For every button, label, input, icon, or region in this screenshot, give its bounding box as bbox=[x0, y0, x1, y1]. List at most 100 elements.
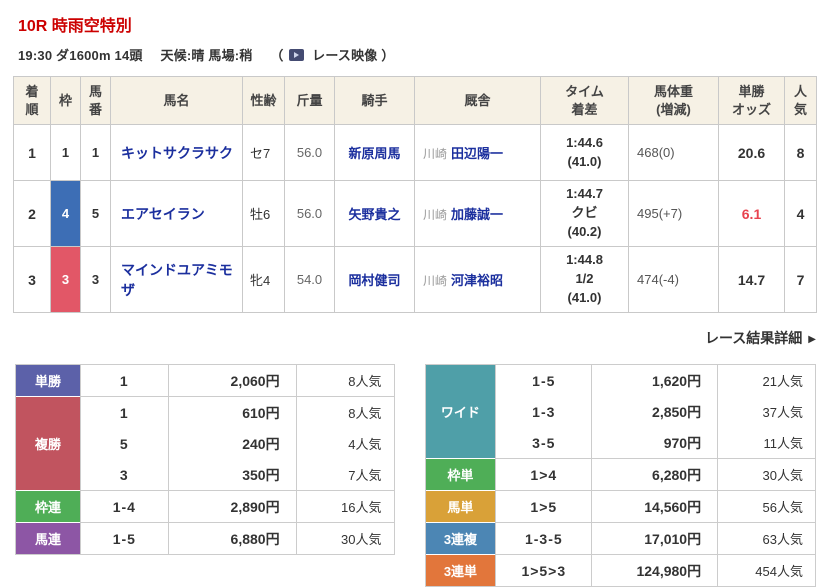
payout-amount: 6,880円 bbox=[167, 522, 296, 554]
trainer-link[interactable]: 加藤誠一 bbox=[451, 207, 503, 222]
payout-table-right: ワイド 1-5 1,620円 21人気 1-3 2,850円 37人気 3-5 … bbox=[424, 364, 816, 587]
sex-age: 牡6 bbox=[242, 180, 285, 247]
jockey-cell: 岡村健司 bbox=[334, 246, 415, 313]
payout-popularity: 8人気 bbox=[295, 365, 394, 396]
horse-number: 1 bbox=[80, 124, 111, 181]
payout-row-wakutan: 枠単 1>4 6,280円 30人気 bbox=[425, 458, 815, 490]
stable-area-label: 川崎 bbox=[423, 274, 448, 288]
col-jockey: 騎手 bbox=[334, 76, 415, 125]
payout-amount: 350円 bbox=[167, 459, 296, 490]
trainer-link[interactable]: 河津裕昭 bbox=[451, 273, 503, 288]
bet-type-wakutan: 枠単 bbox=[425, 458, 496, 490]
payout-amount: 610円 bbox=[167, 396, 296, 428]
payout-combo: 3-5 bbox=[495, 427, 592, 458]
horse-number: 5 bbox=[80, 180, 111, 247]
race-video-link[interactable]: レース映像 bbox=[312, 48, 377, 63]
popularity: 7 bbox=[784, 246, 817, 313]
popularity: 8 bbox=[784, 124, 817, 181]
bet-type-sanrenpuku: 3連複 bbox=[425, 522, 496, 554]
table-row: 3 3 3 マインドユアミモザ 牝4 54.0 岡村健司 川崎 河津裕昭 1:44… bbox=[13, 246, 817, 313]
payout-row-umatan: 馬単 1>5 14,560円 56人気 bbox=[425, 490, 815, 522]
payout-combo: 1>5 bbox=[495, 490, 592, 522]
payout-combo: 1 bbox=[79, 365, 168, 396]
bracket-badge: 1 bbox=[50, 124, 81, 181]
payout-combo: 1-5 bbox=[495, 365, 592, 396]
chevron-right-icon: ▶ bbox=[808, 334, 816, 345]
payout-popularity: 454人気 bbox=[717, 554, 815, 586]
col-horse-name: 馬名 bbox=[110, 76, 243, 125]
payout-row-sanrentan: 3連単 1>5>3 124,980円 454人気 bbox=[425, 554, 815, 586]
race-result-detail-link[interactable]: レース結果詳細 ▶ bbox=[705, 330, 816, 346]
payout-combo: 1>4 bbox=[495, 458, 592, 490]
horse-link[interactable]: キットサクラサク bbox=[121, 145, 233, 161]
finish-position: 1 bbox=[13, 124, 51, 181]
table-row: 2 4 5 エアセイラン 牡6 56.0 矢野貴之 川崎 加藤誠一 1:44.7 … bbox=[13, 180, 817, 247]
horse-weight: 495(+7) bbox=[628, 180, 719, 247]
bet-type-wide: ワイド bbox=[425, 365, 496, 458]
payout-amount: 2,850円 bbox=[591, 396, 718, 427]
payout-amount: 2,060円 bbox=[167, 365, 296, 396]
payout-amount: 124,980円 bbox=[591, 554, 718, 586]
time-margin: 1:44.8 1/2 (41.0) bbox=[540, 246, 629, 313]
paren-open: （ bbox=[270, 48, 284, 63]
race-info-line: 19:30 ダ1600m 14頭 天候:晴 馬場:稍 （ レース映像 ） bbox=[18, 45, 816, 64]
payout-popularity: 4人気 bbox=[295, 428, 394, 459]
sex-age: セ7 bbox=[242, 124, 285, 181]
stable-cell: 川崎 河津裕昭 bbox=[414, 246, 541, 313]
time-margin: 1:44.7 クビ (40.2) bbox=[540, 180, 629, 247]
trainer-link[interactable]: 田辺陽一 bbox=[451, 146, 503, 161]
payout-row-fukusho: 複勝 1 610円 8人気 bbox=[16, 396, 394, 490]
bracket-badge: 4 bbox=[50, 180, 81, 247]
race-results-table: 着 順 枠 馬 番 馬名 性齢 斤量 騎手 厩舎 タイム 着差 馬体重 (増減)… bbox=[13, 76, 817, 313]
race-conditions: 19:30 ダ1600m 14頭 bbox=[18, 48, 143, 63]
payout-combo: 1-4 bbox=[79, 490, 168, 522]
col-popularity: 人 気 bbox=[784, 76, 817, 125]
jockey-link[interactable]: 岡村健司 bbox=[348, 273, 400, 288]
stable-cell: 川崎 田辺陽一 bbox=[414, 124, 541, 181]
payout-row-umaren: 馬連 1-5 6,880円 30人気 bbox=[16, 522, 394, 554]
play-icon bbox=[294, 52, 300, 58]
horse-link[interactable]: マインドユアミモザ bbox=[121, 262, 233, 298]
payout-table-left: 単勝 1 2,060円 8人気 複勝 1 610円 8人気 5 240円 4人気 bbox=[15, 364, 395, 555]
payout-amount: 6,280円 bbox=[591, 458, 718, 490]
bet-type-umatan: 馬単 bbox=[425, 490, 496, 522]
jockey-link[interactable]: 矢野貴之 bbox=[348, 207, 400, 222]
paren-close: ） bbox=[381, 48, 395, 63]
col-stable: 厩舎 bbox=[414, 76, 541, 125]
payout-amount: 2,890円 bbox=[167, 490, 296, 522]
payout-combo: 1>5>3 bbox=[495, 554, 592, 586]
col-win-odds: 単勝 オッズ bbox=[718, 76, 785, 125]
win-odds: 14.7 bbox=[718, 246, 785, 313]
payout-row-sanrenpuku: 3連複 1-3-5 17,010円 63人気 bbox=[425, 522, 815, 554]
payout-popularity: 8人気 bbox=[295, 396, 394, 428]
payout-popularity: 37人気 bbox=[717, 396, 815, 427]
payout-popularity: 63人気 bbox=[717, 522, 815, 554]
sex-age: 牝4 bbox=[242, 246, 285, 313]
horse-weight: 474(-4) bbox=[628, 246, 719, 313]
win-odds: 20.6 bbox=[718, 124, 785, 181]
payout-popularity: 30人気 bbox=[295, 522, 394, 554]
horse-link[interactable]: エアセイラン bbox=[121, 206, 205, 222]
payout-popularity: 11人気 bbox=[717, 427, 815, 458]
horse-name-cell: エアセイラン bbox=[110, 180, 243, 247]
payout-amount: 14,560円 bbox=[591, 490, 718, 522]
race-weather: 天候:晴 馬場:稍 bbox=[160, 48, 253, 63]
payout-row-wakuren: 枠連 1-4 2,890円 16人気 bbox=[16, 490, 394, 522]
jockey-link[interactable]: 新原周馬 bbox=[348, 146, 400, 161]
payout-row-tansho: 単勝 1 2,060円 8人気 bbox=[16, 365, 394, 396]
payout-amount: 17,010円 bbox=[591, 522, 718, 554]
carried-weight: 56.0 bbox=[284, 124, 335, 181]
horse-number: 3 bbox=[80, 246, 111, 313]
popularity: 4 bbox=[784, 180, 817, 247]
win-odds: 6.1 bbox=[718, 180, 785, 247]
horse-weight: 468(0) bbox=[628, 124, 719, 181]
col-finish: 着 順 bbox=[13, 76, 51, 125]
jockey-cell: 新原周馬 bbox=[334, 124, 415, 181]
payout-combo: 1-3 bbox=[495, 396, 592, 427]
detail-link-label: レース結果詳細 bbox=[704, 330, 803, 346]
results-header-row: 着 順 枠 馬 番 馬名 性齢 斤量 騎手 厩舎 タイム 着差 馬体重 (増減)… bbox=[13, 76, 817, 125]
payout-section: 単勝 1 2,060円 8人気 複勝 1 610円 8人気 5 240円 4人気 bbox=[15, 364, 816, 587]
race-result-page: 10R 時雨空特別 19:30 ダ1600m 14頭 天候:晴 馬場:稍 （ レ… bbox=[0, 0, 829, 587]
col-bracket: 枠 bbox=[50, 76, 81, 125]
stable-area-label: 川崎 bbox=[423, 208, 448, 222]
